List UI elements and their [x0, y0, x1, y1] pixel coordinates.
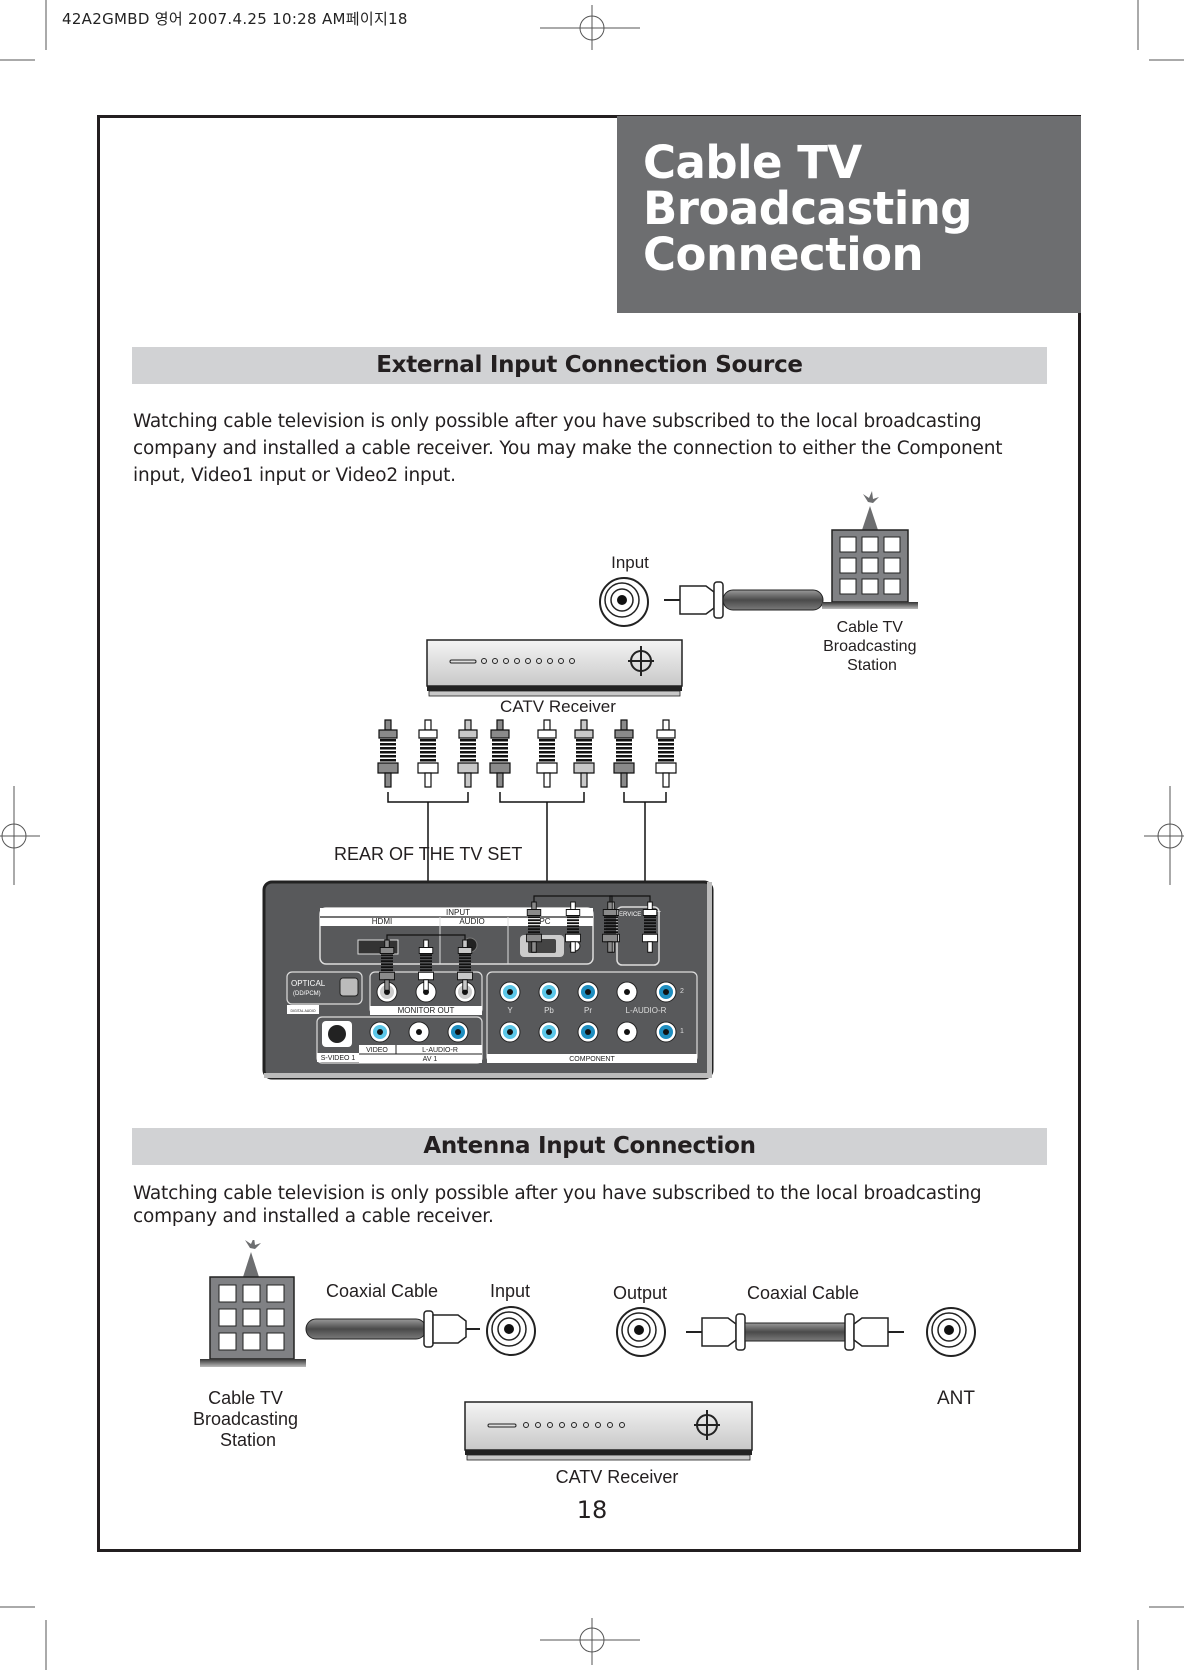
rca-jack-icon — [538, 1021, 560, 1043]
rca-plug-icon — [417, 719, 439, 788]
section-heading-external-input: External Input Connection Source — [132, 347, 1047, 384]
svg-text:VIDEO: VIDEO — [366, 1047, 388, 1054]
coaxial-cable-label-left: Coaxial Cable — [326, 1281, 438, 1301]
svg-text:Pb: Pb — [544, 1006, 554, 1015]
panel-audio-label: AUDIO — [459, 917, 484, 926]
page-number: 18 — [576, 1496, 608, 1524]
rca-jack-icon — [447, 1021, 469, 1043]
rca-jack-icon — [655, 981, 677, 1003]
section-body-external-input: Watching cable television is only possib… — [133, 411, 1003, 486]
catv-receiver-icon — [426, 639, 683, 697]
svg-text:L-AUDIO-R: L-AUDIO-R — [422, 1047, 458, 1054]
catv-receiver-label: CATV Receiver — [500, 697, 616, 716]
rca-jack-icon — [369, 1021, 391, 1043]
ant-label: ANT — [937, 1388, 975, 1409]
svg-text:(DD/PCM): (DD/PCM) — [293, 991, 321, 997]
coaxial-cable-icon-right — [686, 1313, 904, 1351]
crosshair-target-bottom — [540, 1618, 640, 1665]
station-label: Cable TV Broadcasting Station — [823, 619, 921, 674]
panel-pc-label: PC — [539, 917, 550, 926]
station-label-2: Cable TV Broadcasting Station — [193, 1388, 303, 1450]
input-label-2: Input — [490, 1281, 530, 1301]
cable-tv-station-icon — [200, 1240, 306, 1367]
rca-jack-icon — [655, 1021, 677, 1043]
coaxial-cable-label-right: Coaxial Cable — [747, 1283, 859, 1303]
page-title: Cable TV Broadcasting Connection — [617, 116, 1081, 313]
coaxial-cable-icon-left — [305, 1310, 480, 1348]
panel-hdmi-label: HDMI — [372, 917, 392, 926]
optical-port-icon — [339, 977, 359, 997]
svg-text:DIGITAL AUDIO: DIGITAL AUDIO — [290, 1009, 315, 1013]
rca-plug-icon — [377, 719, 399, 788]
rca-plug-icon — [573, 719, 595, 788]
antenna-input-diagram: Cable TV Broadcasting Station Coaxial Ca… — [193, 1240, 976, 1487]
tv-rear-panel: INPUT HDMI AUDIO PC SERVICE INPUT OPTICA… — [262, 880, 714, 1080]
rca-jack-icon — [616, 1021, 638, 1043]
svg-text:1: 1 — [680, 1028, 684, 1035]
rca-plug-icon — [457, 719, 479, 788]
rca-plug-icon — [655, 719, 677, 788]
title-line-1: Cable TV — [643, 136, 862, 189]
panel-optical-label: OPTICAL — [291, 979, 326, 988]
rca-plug-icon — [613, 719, 635, 788]
title-line-2: Broadcasting — [643, 182, 973, 235]
output-jack-icon — [616, 1307, 666, 1357]
catv-receiver-label-2: CATV Receiver — [556, 1467, 679, 1487]
catv-receiver-icon-2 — [464, 1401, 753, 1461]
ant-jack-icon — [926, 1307, 976, 1357]
crosshair-target-top — [540, 5, 640, 50]
svg-text:2: 2 — [680, 988, 684, 995]
section-body-antenna-input: Watching cable television is only possib… — [133, 1183, 982, 1227]
input-jack-icon-2 — [486, 1306, 536, 1356]
svg-text:Y: Y — [507, 1006, 513, 1015]
rca-jack-icon — [577, 1021, 599, 1043]
rca-plug-icon — [536, 719, 558, 788]
svg-text:S-VIDEO 1: S-VIDEO 1 — [321, 1055, 356, 1062]
rear-of-tv-label: REAR OF THE TV SET — [334, 844, 522, 864]
output-label: Output — [613, 1283, 667, 1303]
title-line-3: Connection — [643, 228, 924, 281]
panel-component-label: COMPONENT — [569, 1056, 615, 1063]
rca-jack-icon — [499, 981, 521, 1003]
rca-plug-group — [377, 719, 677, 788]
rca-jack-icon — [577, 981, 599, 1003]
rca-plug-icon — [489, 719, 511, 788]
svg-text:Pr: Pr — [584, 1006, 592, 1015]
cable-tv-station-icon — [822, 491, 918, 609]
rca-jack-icon — [616, 981, 638, 1003]
svg-text:L-AUDIO-R: L-AUDIO-R — [626, 1006, 667, 1015]
rca-jack-icon — [499, 1021, 521, 1043]
svg-text:AV 1: AV 1 — [423, 1056, 438, 1063]
panel-monitor-out-label: MONITOR OUT — [398, 1006, 455, 1015]
input-label: Input — [611, 553, 649, 572]
input-jack-icon — [599, 577, 649, 627]
coaxial-cable-icon — [664, 581, 824, 619]
rca-jack-icon — [408, 1021, 430, 1043]
section-heading-antenna-input: Antenna Input Connection — [132, 1128, 1047, 1165]
rca-jack-icon — [538, 981, 560, 1003]
panel-input-label: INPUT — [446, 908, 470, 917]
